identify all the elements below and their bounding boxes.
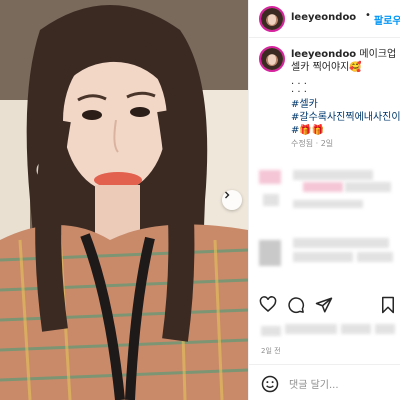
smiley-icon[interactable]: [261, 375, 279, 393]
hashtag-link[interactable]: #갈수록사진찍에내사진이: [291, 111, 400, 124]
heart-icon[interactable]: [259, 296, 277, 314]
comment-input[interactable]: 댓글 달기...: [289, 376, 339, 391]
caption-avatar[interactable]: [259, 46, 285, 72]
hashtag-emoji-link[interactable]: #🎁🎁: [291, 124, 400, 137]
caption-dots-2: . . .: [291, 84, 307, 95]
post-photo[interactable]: [0, 0, 248, 400]
caption-username[interactable]: leeyeondoo: [291, 49, 356, 60]
selfie-illustration: [0, 0, 248, 400]
chevron-right-icon: [225, 191, 230, 199]
caption-text-line2: 셀카 찍어야지: [291, 62, 350, 73]
separator-dot: •: [365, 10, 371, 21]
bookmark-icon[interactable]: [379, 296, 397, 314]
follow-button[interactable]: 팔로우: [374, 12, 400, 27]
paper-plane-icon[interactable]: [315, 296, 333, 314]
caption-text-line1: 메이크업 가권: [359, 49, 400, 60]
post-date: 2일 전: [261, 347, 281, 355]
edited-timestamp: 수정됨 · 2일: [291, 139, 334, 148]
post-side-panel: leeyeondoo • 팔로우 leeyeondoo 메이크업 가권 셀카 찍…: [248, 0, 400, 400]
caption-dots: . . .: [291, 76, 307, 87]
avatar[interactable]: [259, 6, 285, 32]
hashtag-link[interactable]: #셀카: [291, 98, 400, 111]
comment-icon[interactable]: [287, 296, 305, 314]
carousel-next-button[interactable]: [222, 190, 242, 210]
smiling-face-emoji: 🥰: [349, 62, 362, 73]
post-actions: [249, 296, 400, 320]
username-link[interactable]: leeyeondoo: [291, 12, 356, 23]
post-header: leeyeondoo • 팔로우: [249, 0, 400, 38]
comment-bar: 댓글 달기...: [249, 364, 400, 400]
post-caption: leeyeondoo 메이크업 가권 셀카 찍어야지🥰 . . . . . . …: [291, 48, 400, 137]
